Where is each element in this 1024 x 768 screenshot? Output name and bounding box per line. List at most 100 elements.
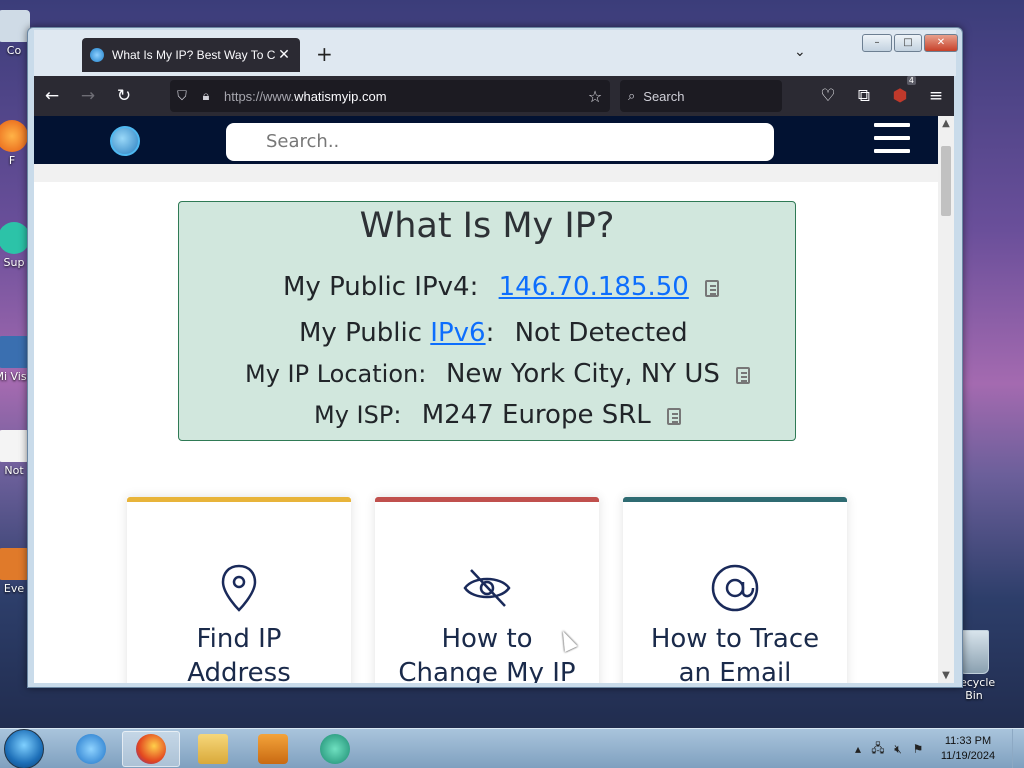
ipv6-link[interactable]: IPv6 (430, 318, 485, 348)
close-window-button[interactable]: ✕ (924, 34, 958, 52)
volume-muted-icon[interactable]: 🔇︎ (888, 742, 908, 757)
page-scrollbar[interactable]: ▲ ▼ (938, 116, 954, 683)
taskbar-explorer[interactable] (184, 731, 242, 767)
extensions-button[interactable]: ⧉ (846, 80, 882, 112)
card-accent-bar (375, 497, 599, 502)
location-label: My IP Location: (245, 360, 427, 388)
tab-whatismyip[interactable]: What Is My IP? Best Way To Ch ✕ (82, 38, 300, 72)
back-button[interactable]: ← (34, 80, 70, 112)
media-player-icon (258, 734, 288, 764)
system-tray: ▴ 🖧︎ 🔇︎ ⚑ 11:33 PM 11/19/2024 (848, 729, 1024, 768)
support-icon (0, 222, 30, 254)
browser-window: What Is My IP? Best Way To Ch ✕ + ⌄ – □ … (27, 27, 963, 688)
card-accent-bar (127, 497, 351, 502)
app-icon (0, 336, 30, 368)
forward-button[interactable]: → (70, 80, 106, 112)
ipv6-label-prefix: My Public (299, 318, 431, 348)
isp-value: M247 Europe SRL (421, 400, 651, 430)
clock-time: 11:33 PM (944, 735, 992, 747)
site-navbar: Search.. (34, 116, 938, 164)
ublock-shield-icon: ⬢ (892, 86, 908, 106)
new-tab-button[interactable]: + (316, 42, 333, 66)
recycle-bin-icon (959, 630, 989, 674)
reload-button[interactable]: ↻ (106, 80, 142, 112)
minimize-button[interactable]: – (862, 34, 892, 52)
taskbar-media-player[interactable] (244, 731, 302, 767)
url-domain: whatismyip.com (294, 88, 387, 104)
ipv6-row: My Public IPv6: Not Detected (299, 318, 688, 348)
taskbar-firefox[interactable] (122, 731, 180, 767)
card-title-line2: Address (187, 658, 291, 683)
card-trace-email[interactable]: How to Trace an Email (623, 497, 847, 683)
search-app-icon (0, 548, 30, 580)
browser-search-placeholder: Search (643, 88, 685, 104)
card-find-ip-address[interactable]: Find IP Address (127, 497, 351, 683)
start-button[interactable] (4, 729, 44, 768)
hamburger-icon: ≡ (928, 86, 944, 106)
folder-icon (198, 734, 228, 764)
location-row: My IP Location: New York City, NY US (245, 359, 750, 389)
card-title-line1: Find IP (196, 624, 282, 654)
bookmark-star-icon[interactable]: ☆ (580, 87, 610, 106)
page-viewport: Search.. What Is My IP? My Public IPv4: … (34, 116, 954, 683)
site-logo-globe-icon[interactable] (110, 126, 140, 156)
taskbar-ie[interactable] (62, 731, 120, 767)
taskbar-app[interactable] (306, 731, 364, 767)
card-title-line2: Change My IP (398, 658, 576, 683)
copy-icon[interactable] (705, 280, 720, 297)
show-desktop-button[interactable] (1012, 729, 1024, 768)
site-search-input[interactable]: Search.. (226, 123, 774, 161)
taskbar: ▴ 🖧︎ 🔇︎ ⚑ 11:33 PM 11/19/2024 (0, 728, 1024, 768)
site-menu-hamburger-icon[interactable] (874, 123, 910, 157)
nav-toolbar: ← → ↻ ⛉ 🔒︎ https://www.whatismyip.com ☆ … (34, 76, 954, 116)
firefox-icon (0, 120, 28, 152)
eye-slash-icon (463, 569, 511, 607)
network-icon[interactable]: 🖧︎ (868, 739, 888, 760)
puzzle-icon: ⧉ (857, 86, 871, 106)
copy-icon[interactable] (667, 408, 682, 425)
shield-icon[interactable]: ⛉ (170, 89, 194, 104)
url-prefix: https://www. (224, 88, 295, 104)
tab-title: What Is My IP? Best Way To Ch (112, 48, 276, 62)
page-title: What Is My IP? (359, 206, 615, 246)
card-accent-bar (623, 497, 847, 502)
menu-button[interactable]: ≡ (918, 80, 954, 112)
card-change-my-ip[interactable]: How to Change My IP (375, 497, 599, 683)
list-tabs-chevron-icon[interactable]: ⌄ (794, 44, 806, 60)
ip-info-box: What Is My IP? My Public IPv4: 146.70.18… (178, 201, 796, 441)
ipv4-link[interactable]: 146.70.185.50 (499, 272, 689, 302)
tab-close-icon[interactable]: ✕ (276, 47, 292, 63)
maximize-button[interactable]: □ (894, 34, 922, 52)
lock-icon[interactable]: 🔒︎ (194, 89, 218, 104)
internet-explorer-icon (76, 734, 106, 764)
isp-row: My ISP: M247 Europe SRL (314, 400, 682, 430)
url-text[interactable]: https://www.whatismyip.com (224, 89, 580, 104)
card-title-line1: How to Trace (650, 624, 820, 654)
tray-expand-icon[interactable]: ▴ (848, 742, 868, 756)
pocket-button[interactable]: ♡ (810, 80, 846, 112)
browser-search-field[interactable]: ⌕ Search (620, 80, 782, 112)
ipv6-label-suffix: : (485, 318, 495, 348)
scroll-down-arrow-icon[interactable]: ▼ (938, 670, 954, 681)
firefox-icon (136, 734, 166, 764)
arrow-right-icon: → (80, 86, 96, 106)
pocket-icon: ♡ (820, 86, 836, 106)
location-value: New York City, NY US (445, 359, 720, 389)
flag-icon[interactable]: ⚑ (908, 742, 928, 756)
ipv4-label: My Public IPv4: (283, 272, 479, 302)
scroll-up-arrow-icon[interactable]: ▲ (938, 118, 954, 129)
isp-label: My ISP: (314, 401, 402, 429)
ublock-button[interactable]: ⬢ 4 (882, 76, 918, 112)
address-bar[interactable]: ⛉ 🔒︎ https://www.whatismyip.com ☆ (170, 80, 610, 112)
ipv4-row: My Public IPv4: 146.70.185.50 (283, 272, 720, 302)
arrow-left-icon: ← (44, 86, 60, 106)
search-icon: ⌕ (628, 88, 636, 103)
scroll-thumb[interactable] (941, 146, 951, 216)
card-title-line2: an Email (678, 658, 792, 683)
at-sign-icon (711, 564, 759, 612)
copy-icon[interactable] (735, 367, 750, 384)
map-pin-icon (221, 564, 257, 612)
reload-icon: ↻ (116, 86, 132, 106)
tab-strip: What Is My IP? Best Way To Ch ✕ + ⌄ – □ … (34, 30, 958, 76)
clock[interactable]: 11:33 PM 11/19/2024 (928, 734, 1008, 764)
